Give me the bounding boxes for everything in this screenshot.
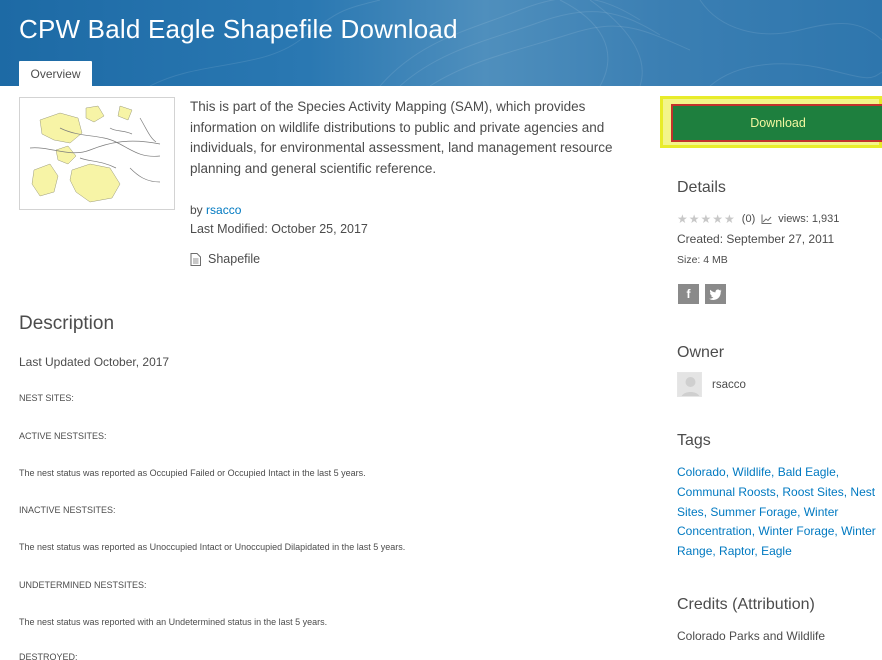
owner-row[interactable]: rsacco	[677, 372, 746, 397]
page-title: CPW Bald Eagle Shapefile Download	[19, 14, 458, 44]
credits-text: Colorado Parks and Wildlife	[677, 629, 826, 643]
file-type-label: Shapefile	[208, 252, 261, 266]
rating-row: ★★★★★ (0) views: 1,931	[677, 212, 839, 226]
tags-list: Colorado, Wildlife, Bald Eagle, Communal…	[677, 465, 876, 559]
item-summary: This is part of the Species Activity Map…	[190, 97, 630, 179]
details-heading: Details	[677, 179, 726, 196]
document-icon	[190, 252, 201, 266]
tag-link[interactable]: Winter Forage	[758, 524, 834, 538]
description-line: The nest status was reported as Occupied…	[19, 468, 366, 478]
summary-line: individuals, for environmental assessmen…	[190, 140, 613, 155]
description-line: ACTIVE NESTSITES:	[19, 431, 107, 441]
chart-icon	[761, 214, 772, 224]
tag-link[interactable]: Bald Eagle	[778, 465, 836, 479]
twitter-icon[interactable]	[705, 284, 726, 304]
description-line: INACTIVE NESTSITES:	[19, 505, 116, 515]
tab-overview[interactable]: Overview	[19, 61, 92, 86]
description-line: NEST SITES:	[19, 393, 74, 403]
rating-count: (0)	[741, 213, 756, 225]
views-count: views: 1,931	[778, 213, 840, 225]
owner-link[interactable]: rsacco	[206, 203, 241, 217]
tag-link[interactable]: Roost Sites	[782, 485, 843, 499]
description-heading: Description	[19, 313, 115, 334]
page-banner: CPW Bald Eagle Shapefile Download Overvi…	[0, 0, 882, 86]
download-highlight: Download	[660, 96, 882, 148]
tag-link[interactable]: Eagle	[761, 544, 792, 558]
owner-name[interactable]: rsacco	[712, 379, 746, 391]
by-label: by	[190, 203, 203, 217]
download-button[interactable]: Download	[671, 104, 882, 142]
byline: by rsacco	[190, 203, 241, 217]
tag-link[interactable]: Summer Forage	[710, 505, 797, 519]
file-type: Shapefile	[190, 252, 260, 266]
tag-link[interactable]: Wildlife	[732, 465, 771, 479]
star-rating-icon[interactable]: ★★★★★	[677, 212, 736, 226]
description-line: The nest status was reported as Unoccupi…	[19, 542, 406, 552]
owner-heading: Owner	[677, 344, 725, 361]
last-modified: Last Modified: October 25, 2017	[190, 222, 368, 236]
summary-line: planning and general scientific referenc…	[190, 160, 437, 176]
description-line: Last Updated October, 2017	[19, 355, 170, 369]
summary-line: information on wildlife distributions to…	[190, 119, 605, 135]
credits-heading: Credits (Attribution)	[677, 596, 815, 613]
avatar	[677, 372, 702, 397]
tag-link[interactable]: Raptor	[719, 544, 754, 558]
tags-heading: Tags	[677, 432, 711, 449]
map-thumbnail-image	[20, 98, 174, 209]
facebook-icon[interactable]: f	[678, 284, 699, 304]
description-line: The nest status was reported with an Und…	[19, 617, 328, 627]
item-thumbnail	[19, 97, 175, 210]
tag-link[interactable]: Communal Roosts	[677, 485, 776, 499]
description-line: DESTROYED:	[19, 652, 78, 660]
tag-link[interactable]: Colorado	[677, 465, 726, 479]
description-line: UNDETERMINED NESTSITES:	[19, 580, 147, 590]
created-date: Created: September 27, 2011	[677, 232, 835, 246]
item-size: Size: 4 MB	[677, 254, 728, 266]
summary-line: This is part of the Species Activity Map…	[190, 99, 586, 114]
